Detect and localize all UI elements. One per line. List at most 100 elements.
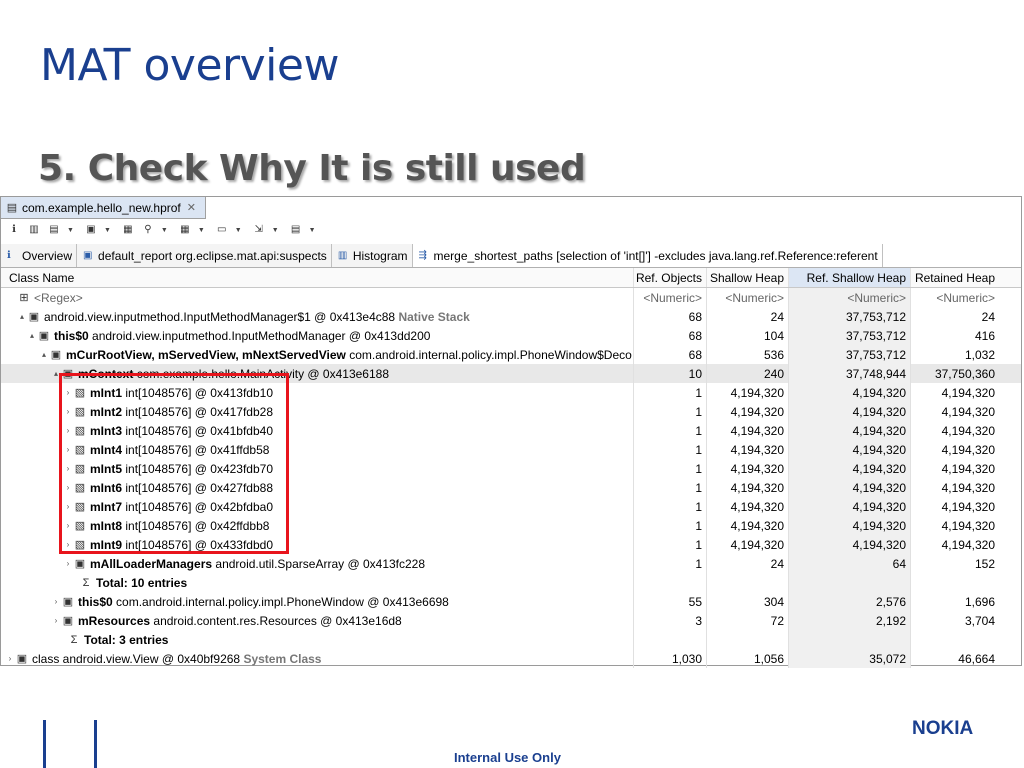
shallow-heap-cell: 4,194,320 bbox=[707, 478, 789, 497]
table-row[interactable]: ▴ ▣ this$0 android.view.inputmethod.InputM… bbox=[1, 326, 1021, 345]
retained-heap-cell: 4,194,320 bbox=[941, 518, 995, 533]
regex-filter[interactable]: <Regex> bbox=[34, 291, 83, 305]
expand-toggle-icon[interactable]: ▴ bbox=[17, 312, 27, 321]
column-header-shallow-heap[interactable]: Shallow Heap bbox=[707, 268, 789, 287]
chevron-down-icon[interactable]: ▼ bbox=[198, 227, 205, 234]
tab-default-report[interactable]: ▣ default_report org.eclipse.mat.api:sus… bbox=[77, 244, 332, 267]
chevron-down-icon[interactable]: ▼ bbox=[235, 227, 242, 234]
table-row[interactable]: ▴ ▣ mCurRootView, mServedView, mNextServed… bbox=[1, 345, 1021, 364]
ref-shallow-heap-cell: 4,194,320 bbox=[789, 421, 911, 440]
retained-heap-cell: 152 bbox=[974, 556, 995, 571]
layout-icon[interactable]: ▭ bbox=[215, 224, 229, 236]
ref-objects-cell: 1 bbox=[634, 383, 707, 402]
object-icon: ▣ bbox=[38, 329, 50, 342]
shallow-heap-cell: 4,194,320 bbox=[707, 459, 789, 478]
object-icon: ▣ bbox=[74, 557, 86, 570]
field-name: this$0 bbox=[54, 328, 89, 343]
shallow-heap-cell: 4,194,320 bbox=[707, 497, 789, 516]
chevron-down-icon[interactable]: ▼ bbox=[104, 227, 111, 234]
numeric-filter[interactable]: <Numeric> bbox=[911, 288, 999, 307]
tab-merge-shortest-paths[interactable]: ⇶ merge_shortest_paths [selection of 'in… bbox=[412, 244, 883, 267]
object-ref: android.content.res.Resources @ 0x413e16… bbox=[153, 613, 402, 628]
editor-tab-hprof[interactable]: ▤ com.example.hello_new.hprof ✕ bbox=[1, 197, 206, 219]
database-icon[interactable]: ▤ bbox=[47, 224, 61, 236]
chevron-down-icon[interactable]: ▼ bbox=[67, 227, 74, 234]
retained-heap-cell: 46,664 bbox=[958, 651, 995, 666]
shallow-heap-cell: 4,194,320 bbox=[707, 440, 789, 459]
close-icon[interactable]: ✕ bbox=[187, 201, 196, 214]
ref-objects-cell: 1 bbox=[634, 535, 707, 554]
class-name-cell: › ▣ this$0 com.android.internal.policy.imp… bbox=[1, 592, 634, 611]
toolbar: ℹ ▥ ▤ ▼ ▣ ▼ ▦ ⚲ ▼ ▦ ▼ ▭ ▼ ⇲ ▼ ▤ ▼ bbox=[1, 219, 1021, 241]
grid-icon[interactable]: ▦ bbox=[178, 224, 192, 236]
chevron-down-icon[interactable]: ▼ bbox=[272, 227, 279, 234]
ref-objects-cell: 1 bbox=[634, 497, 707, 516]
table-row[interactable]: Σ Total: 3 entries bbox=[1, 630, 1021, 649]
query-icon[interactable]: ▣ bbox=[84, 224, 98, 236]
table-row[interactable]: › ▣ mResources android.content.res.Resourc… bbox=[1, 611, 1021, 630]
column-header-class-name[interactable]: Class Name bbox=[1, 268, 634, 287]
expand-toggle-icon[interactable]: ▴ bbox=[27, 331, 37, 340]
ref-objects-cell: 1 bbox=[634, 478, 707, 497]
filter-row[interactable]: ⊞ <Regex> <Numeric> <Numeric> <Numeric> <Nume… bbox=[1, 288, 1021, 307]
retained-heap-cell: 4,194,320 bbox=[941, 404, 995, 419]
footer-divider bbox=[94, 720, 97, 768]
gc-root-tag: Native Stack bbox=[398, 309, 470, 324]
table-row[interactable]: ▴ ▣ android.view.inputmethod.InputMethodMa… bbox=[1, 307, 1021, 326]
object-ref: class android.view.View @ 0x40bf9268 bbox=[32, 651, 241, 666]
ref-shallow-heap-cell: 2,192 bbox=[789, 611, 911, 630]
tab-histogram[interactable]: ▥ Histogram bbox=[331, 244, 413, 267]
filter-icon: ⊞ bbox=[19, 291, 29, 304]
class-name-cell: Σ Total: 10 entries bbox=[1, 573, 634, 592]
table-row[interactable]: Σ Total: 10 entries bbox=[1, 573, 1021, 592]
info-icon: ℹ bbox=[7, 250, 11, 261]
numeric-filter[interactable]: <Numeric> bbox=[707, 288, 789, 307]
settings-icon[interactable]: ▤ bbox=[289, 224, 303, 236]
ref-shallow-heap-cell bbox=[789, 630, 911, 649]
table-row[interactable]: › ▣ this$0 com.android.internal.policy.imp… bbox=[1, 592, 1021, 611]
filter-cell[interactable]: ⊞ <Regex> bbox=[1, 288, 634, 307]
class-name-cell: › ▣ mResources android.content.res.Resourc… bbox=[1, 611, 634, 630]
object-icon: ▣ bbox=[28, 310, 40, 323]
ref-shallow-heap-cell: 4,194,320 bbox=[789, 459, 911, 478]
ref-shallow-heap-cell bbox=[789, 573, 911, 592]
column-header-retained-heap[interactable]: Retained Heap bbox=[911, 268, 999, 287]
retained-heap-cell: 4,194,320 bbox=[941, 385, 995, 400]
numeric-filter[interactable]: <Numeric> bbox=[789, 288, 911, 307]
expand-toggle-icon[interactable]: › bbox=[5, 654, 15, 663]
class-name-cell: › ▣ class android.view.View @ 0x40bf9268 S… bbox=[1, 649, 634, 668]
expand-toggle-icon[interactable]: › bbox=[51, 597, 61, 606]
table-row[interactable]: › ▣ mAllLoaderManagers android.util.Sparse… bbox=[1, 554, 1021, 573]
class-name-cell: › ▣ mAllLoaderManagers android.util.Sparse… bbox=[1, 554, 634, 573]
shallow-heap-cell: 536 bbox=[707, 345, 789, 364]
shallow-heap-cell: 4,194,320 bbox=[707, 421, 789, 440]
tab-label: default_report org.eclipse.mat.api:suspe… bbox=[98, 248, 327, 263]
report-icon: ▣ bbox=[83, 250, 93, 261]
expand-toggle-icon[interactable]: ▴ bbox=[39, 350, 49, 359]
ref-objects-cell bbox=[634, 630, 707, 649]
numeric-filter[interactable]: <Numeric> bbox=[634, 288, 707, 307]
bar-chart-icon[interactable]: ▥ bbox=[27, 224, 41, 236]
ref-objects-cell: 1 bbox=[634, 459, 707, 478]
chevron-down-icon[interactable]: ▼ bbox=[309, 227, 316, 234]
tab-overview[interactable]: ℹ Overview bbox=[1, 244, 78, 267]
oql-icon[interactable]: ▦ bbox=[121, 224, 135, 236]
column-header-ref-shallow-heap[interactable]: Ref. Shallow Heap bbox=[789, 268, 911, 287]
export-icon[interactable]: ⇲ bbox=[252, 224, 266, 236]
shallow-heap-cell: 72 bbox=[707, 611, 789, 630]
ref-objects-cell: 1 bbox=[634, 421, 707, 440]
ref-shallow-heap-cell: 64 bbox=[789, 554, 911, 573]
table-row[interactable]: › ▣ class android.view.View @ 0x40bf9268 S… bbox=[1, 649, 1021, 668]
field-name: mResources bbox=[78, 613, 151, 628]
column-header-ref-objects[interactable]: Ref. Objects bbox=[634, 268, 707, 287]
info-icon[interactable]: ℹ bbox=[7, 224, 21, 236]
chevron-down-icon[interactable]: ▼ bbox=[161, 227, 168, 234]
shallow-heap-cell: 1,056 bbox=[707, 649, 789, 668]
field-name: mCurRootView, mServedView, mNextServedVi… bbox=[66, 347, 346, 362]
expand-toggle-icon[interactable]: › bbox=[51, 616, 61, 625]
field-name: this$0 bbox=[78, 594, 113, 609]
expand-toggle-icon[interactable]: › bbox=[63, 559, 73, 568]
ref-objects-cell: 3 bbox=[634, 611, 707, 630]
ref-objects-cell: 68 bbox=[634, 307, 707, 326]
search-icon[interactable]: ⚲ bbox=[141, 224, 155, 236]
